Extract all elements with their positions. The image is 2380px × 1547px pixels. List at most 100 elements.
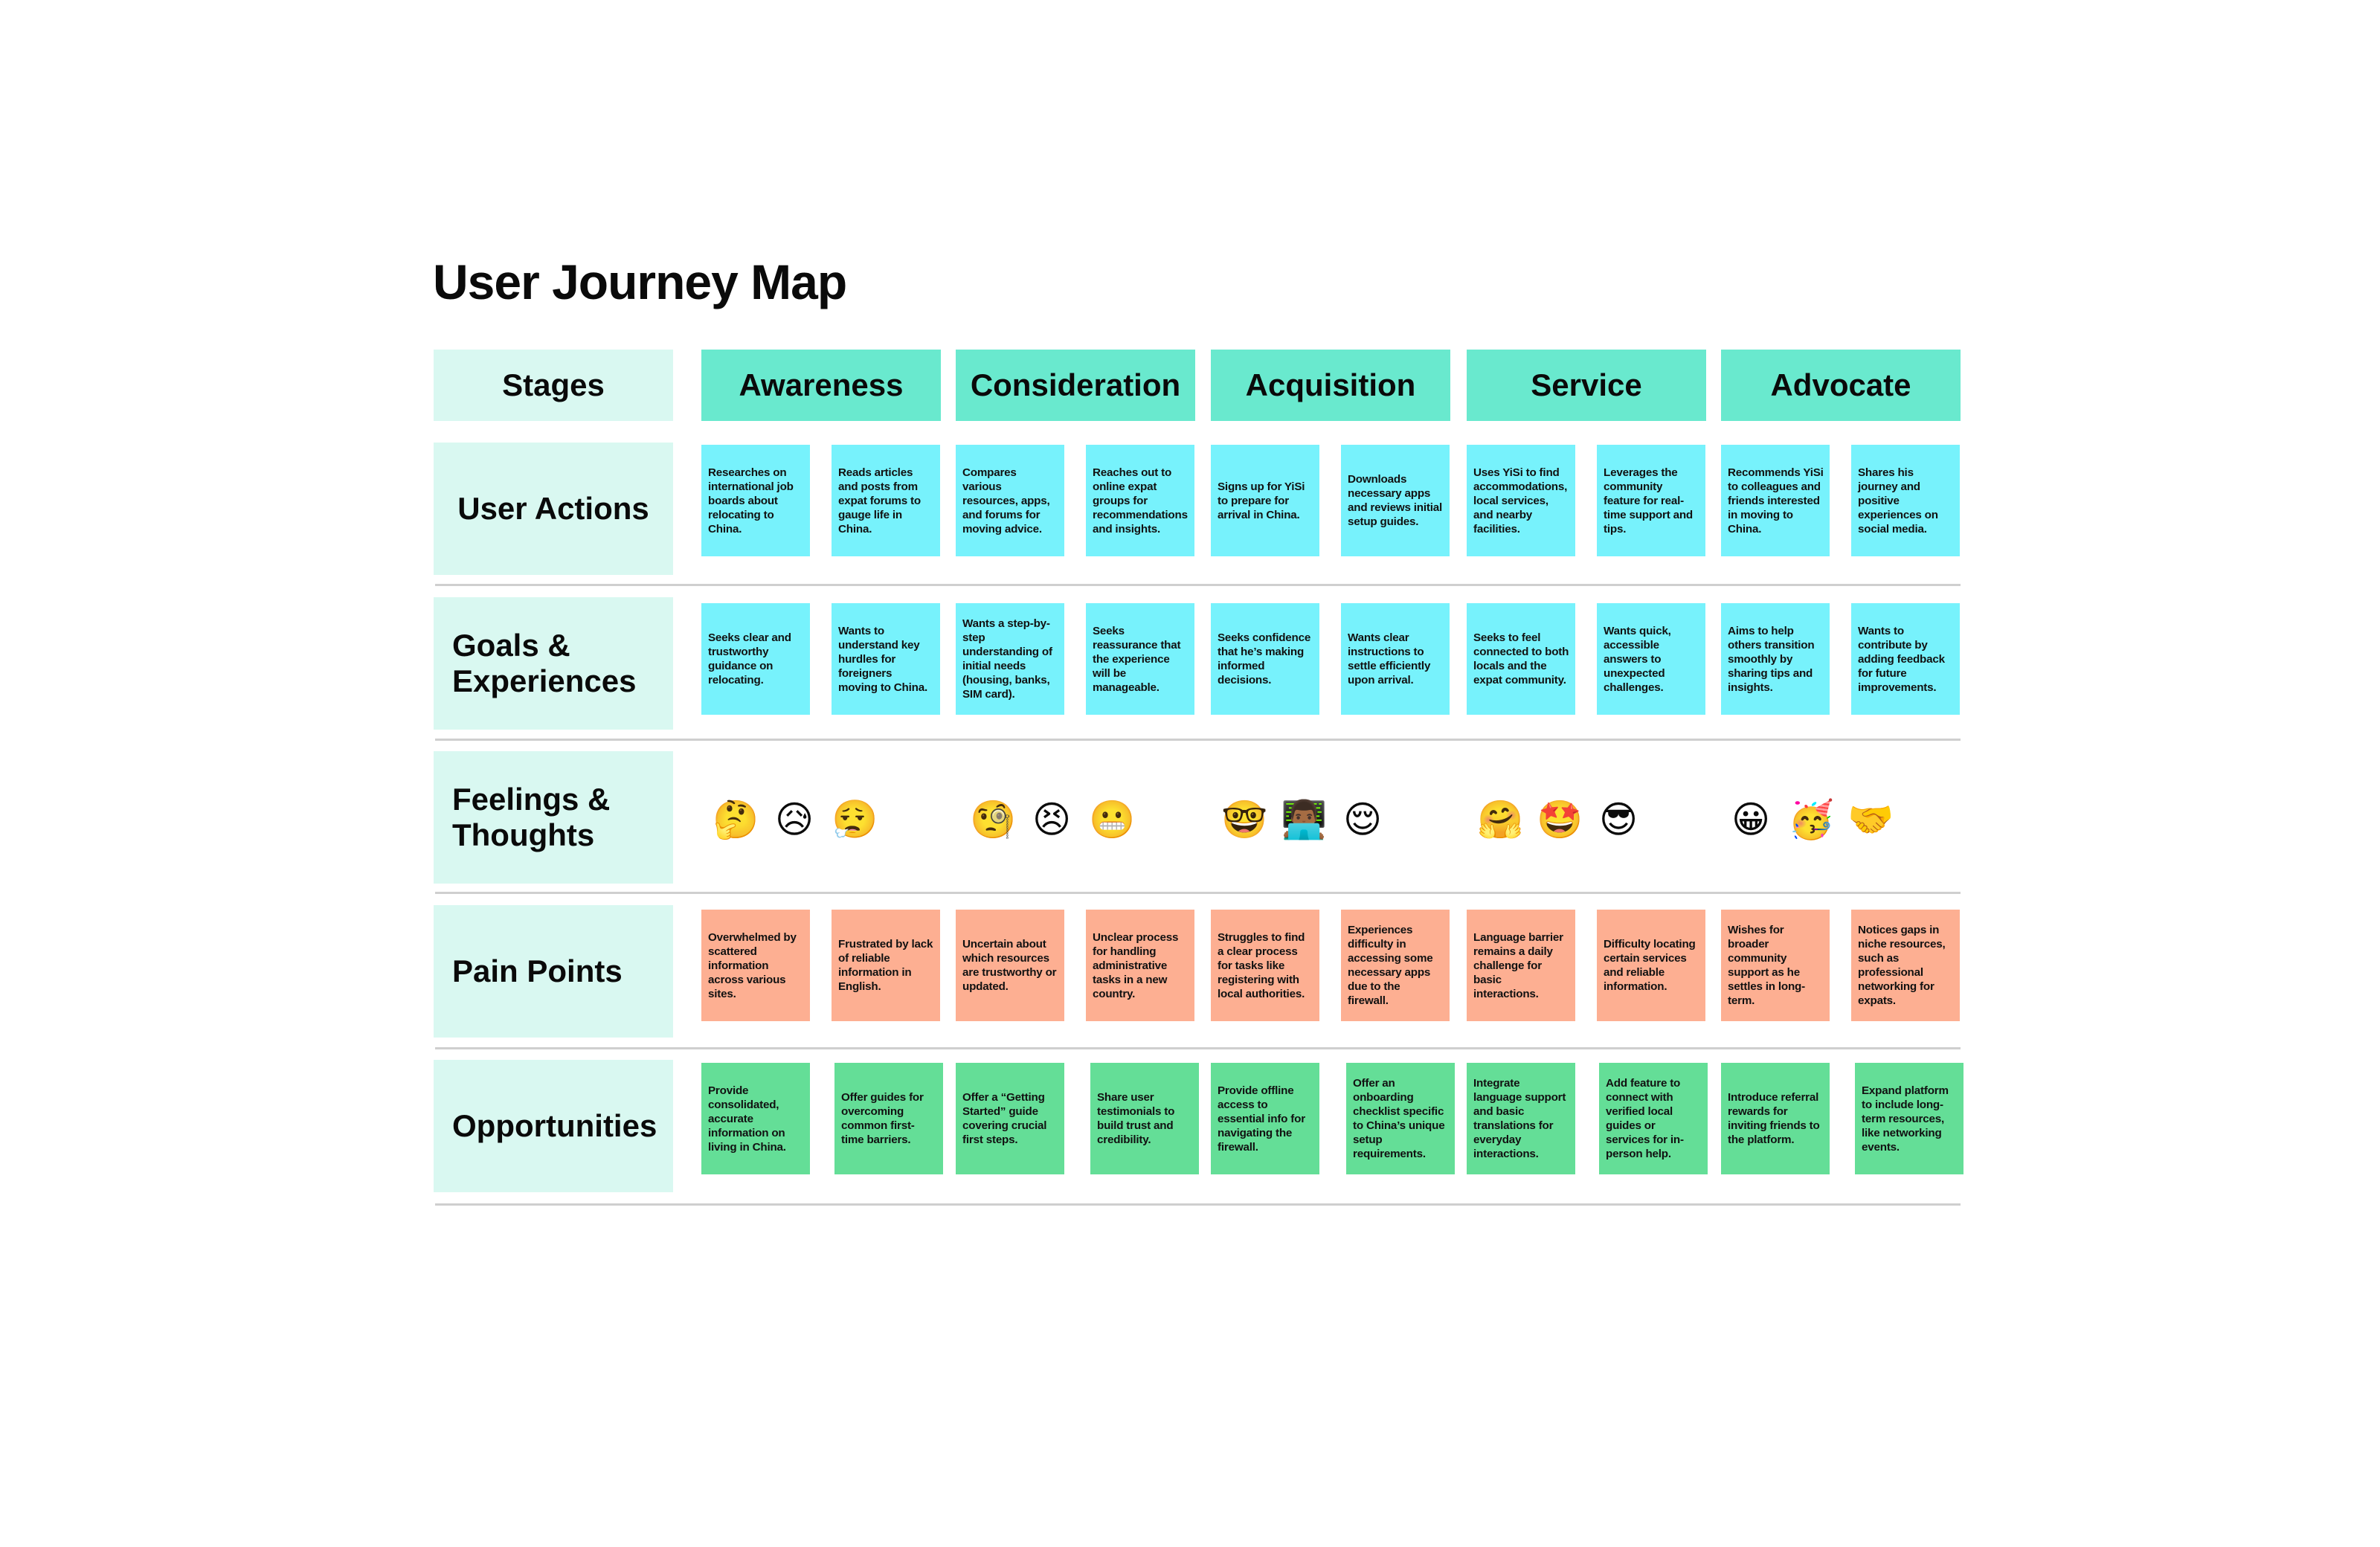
user-action-note-consideration-1[interactable]: Compares various resources, apps, and fo… xyxy=(956,445,1064,556)
note-text: Seeks clear and trustworthy guidance on … xyxy=(708,631,791,686)
opportunity-note-acquisition-1[interactable]: Provide offline access to essential info… xyxy=(1211,1063,1319,1174)
man-technologist-icon: 👨🏾‍💻 xyxy=(1281,798,1328,841)
opportunity-note-advocate-2[interactable]: Expand platform to include long-term res… xyxy=(1855,1063,1964,1174)
opportunity-note-consideration-1[interactable]: Offer a “Getting Started” guide covering… xyxy=(956,1063,1064,1174)
note-text: Offer an onboarding checklist specific t… xyxy=(1353,1077,1445,1160)
note-text: Introduce referral rewards for inviting … xyxy=(1728,1091,1820,1146)
note-text: Integrate language support and basic tra… xyxy=(1473,1077,1566,1160)
note-text: Expand platform to include long-term res… xyxy=(1862,1084,1949,1154)
note-text: Uses YiSi to find accommodations, local … xyxy=(1473,466,1568,536)
goal-note-awareness-2[interactable]: Wants to understand key hurdles for fore… xyxy=(832,603,940,715)
pain-point-note-advocate-2[interactable]: Notices gaps in niche resources, such as… xyxy=(1851,910,1960,1021)
pain-point-note-service-1[interactable]: Language barrier remains a daily challen… xyxy=(1467,910,1575,1021)
row-label-goals-experiences: Goals & Experiences xyxy=(434,597,673,730)
opportunity-note-consideration-2[interactable]: Share user testimonials to build trust a… xyxy=(1090,1063,1199,1174)
note-text: Wants to contribute by adding feedback f… xyxy=(1858,624,1945,694)
row-divider xyxy=(435,584,1961,586)
note-text: Language barrier remains a daily challen… xyxy=(1473,930,1563,1000)
grimacing-face-icon: 😬 xyxy=(1089,798,1136,841)
note-text: Provide offline access to essential info… xyxy=(1218,1084,1305,1154)
star-struck-icon: 🤩 xyxy=(1537,798,1583,841)
nerd-face-icon: 🤓 xyxy=(1221,798,1268,841)
user-action-note-awareness-2[interactable]: Reads articles and posts from expat foru… xyxy=(832,445,940,556)
pain-point-note-service-2[interactable]: Difficulty locating certain services and… xyxy=(1597,910,1705,1021)
stages-header-label: Stages xyxy=(434,350,673,421)
goal-note-awareness-1[interactable]: Seeks clear and trustworthy guidance on … xyxy=(701,603,810,715)
stage-header-consideration: Consideration xyxy=(956,350,1195,421)
opportunity-note-advocate-1[interactable]: Introduce referral rewards for inviting … xyxy=(1721,1063,1830,1174)
goal-note-advocate-2[interactable]: Wants to contribute by adding feedback f… xyxy=(1851,603,1960,715)
hugging-face-icon: 🤗 xyxy=(1477,798,1524,841)
note-text: Shares his journey and positive experien… xyxy=(1858,466,1938,536)
user-action-note-acquisition-2[interactable]: Downloads necessary apps and reviews ini… xyxy=(1341,445,1450,556)
handshake-icon: 🤝 xyxy=(1847,798,1894,841)
note-text: Seeks to feel connected to both locals a… xyxy=(1473,631,1569,686)
note-text: Notices gaps in niche resources, such as… xyxy=(1858,924,1946,1007)
user-action-note-advocate-2[interactable]: Shares his journey and positive experien… xyxy=(1851,445,1960,556)
pain-point-note-consideration-1[interactable]: Uncertain about which resources are trus… xyxy=(956,910,1064,1021)
stage-header-acquisition: Acquisition xyxy=(1211,350,1450,421)
face-exhaling-icon: 😮‍💨 xyxy=(832,798,878,841)
note-text: Seeks confidence that he’s making inform… xyxy=(1218,631,1311,686)
note-text: Seeks reassurance that the experience wi… xyxy=(1093,624,1181,694)
row-divider xyxy=(435,739,1961,741)
note-text: Wants quick, accessible answers to unexp… xyxy=(1604,624,1671,694)
user-action-note-service-1[interactable]: Uses YiSi to find accommodations, local … xyxy=(1467,445,1575,556)
pain-point-note-advocate-1[interactable]: Wishes for broader community support as … xyxy=(1721,910,1830,1021)
note-text: Wants a step-by-step understanding of in… xyxy=(962,617,1052,701)
row-divider xyxy=(435,1047,1961,1049)
note-text: Recommends YiSi to colleagues and friend… xyxy=(1728,466,1824,536)
user-action-note-awareness-1[interactable]: Researches on international job boards a… xyxy=(701,445,810,556)
thinking-face-icon: 🤔 xyxy=(713,798,759,841)
note-text: Leverages the community feature for real… xyxy=(1604,466,1693,536)
stage-header-service: Service xyxy=(1467,350,1706,421)
note-text: Unclear process for handling administrat… xyxy=(1093,930,1179,1000)
goal-note-consideration-2[interactable]: Seeks reassurance that the experience wi… xyxy=(1086,603,1194,715)
goal-note-service-1[interactable]: Seeks to feel connected to both locals a… xyxy=(1467,603,1575,715)
note-text: Aims to help others transition smoothly … xyxy=(1728,624,1815,694)
goal-note-service-2[interactable]: Wants quick, accessible answers to unexp… xyxy=(1597,603,1705,715)
pain-point-note-awareness-2[interactable]: Frustrated by lack of reliable informati… xyxy=(832,910,940,1021)
note-text: Offer guides for overcoming common first… xyxy=(841,1091,924,1146)
stage-header-advocate: Advocate xyxy=(1721,350,1961,421)
opportunity-note-service-1[interactable]: Integrate language support and basic tra… xyxy=(1467,1063,1575,1174)
note-text: Experiences difficulty in accessing some… xyxy=(1348,924,1433,1007)
pain-point-note-awareness-1[interactable]: Overwhelmed by scattered information acr… xyxy=(701,910,810,1021)
opportunity-note-awareness-1[interactable]: Provide consolidated, accurate informati… xyxy=(701,1063,810,1174)
note-text: Struggles to find a clear process for ta… xyxy=(1218,930,1305,1000)
opportunity-note-service-2[interactable]: Add feature to connect with verified loc… xyxy=(1599,1063,1708,1174)
goal-note-consideration-1[interactable]: Wants a step-by-step understanding of in… xyxy=(956,603,1064,715)
note-text: Reads articles and posts from expat foru… xyxy=(838,466,921,536)
note-text: Difficulty locating certain services and… xyxy=(1604,938,1696,993)
row-label-opportunities: Opportunities xyxy=(434,1060,673,1192)
note-text: Offer a “Getting Started” guide covering… xyxy=(962,1091,1047,1146)
goal-note-advocate-1[interactable]: Aims to help others transition smoothly … xyxy=(1721,603,1830,715)
row-divider xyxy=(435,1203,1961,1206)
pain-point-note-acquisition-1[interactable]: Struggles to find a clear process for ta… xyxy=(1211,910,1319,1021)
row-label-pain-points: Pain Points xyxy=(434,905,673,1038)
row-divider xyxy=(435,892,1961,894)
row-label-user-actions: User Actions xyxy=(434,443,673,575)
goal-note-acquisition-1[interactable]: Seeks confidence that he’s making inform… xyxy=(1211,603,1319,715)
opportunity-note-awareness-2[interactable]: Offer guides for overcoming common first… xyxy=(834,1063,943,1174)
note-text: Wants to understand key hurdles for fore… xyxy=(838,624,927,694)
note-text: Uncertain about which resources are trus… xyxy=(962,938,1057,993)
user-action-note-acquisition-1[interactable]: Signs up for YiSi to prepare for arrival… xyxy=(1211,445,1319,556)
partying-face-icon: 🥳 xyxy=(1788,798,1835,841)
grinning-face-icon: 😀 xyxy=(1731,798,1771,841)
pain-point-note-acquisition-2[interactable]: Experiences difficulty in accessing some… xyxy=(1341,910,1450,1021)
sad-but-relieved-face-icon: 😥 xyxy=(774,798,814,841)
note-text: Compares various resources, apps, and fo… xyxy=(962,466,1050,536)
smiling-face-with-sunglasses-icon: 😎 xyxy=(1598,798,1638,841)
user-action-note-consideration-2[interactable]: Reaches out to online expat groups for r… xyxy=(1086,445,1194,556)
note-text: Add feature to connect with verified loc… xyxy=(1606,1077,1684,1160)
user-action-note-service-2[interactable]: Leverages the community feature for real… xyxy=(1597,445,1705,556)
page-title: User Journey Map xyxy=(433,254,847,309)
opportunity-note-acquisition-2[interactable]: Offer an onboarding checklist specific t… xyxy=(1346,1063,1455,1174)
goal-note-acquisition-2[interactable]: Wants clear instructions to settle effic… xyxy=(1341,603,1450,715)
stage-header-awareness: Awareness xyxy=(701,350,941,421)
note-text: Provide consolidated, accurate informati… xyxy=(708,1084,786,1154)
note-text: Reaches out to online expat groups for r… xyxy=(1093,466,1188,536)
user-action-note-advocate-1[interactable]: Recommends YiSi to colleagues and friend… xyxy=(1721,445,1830,556)
pain-point-note-consideration-2[interactable]: Unclear process for handling administrat… xyxy=(1086,910,1194,1021)
